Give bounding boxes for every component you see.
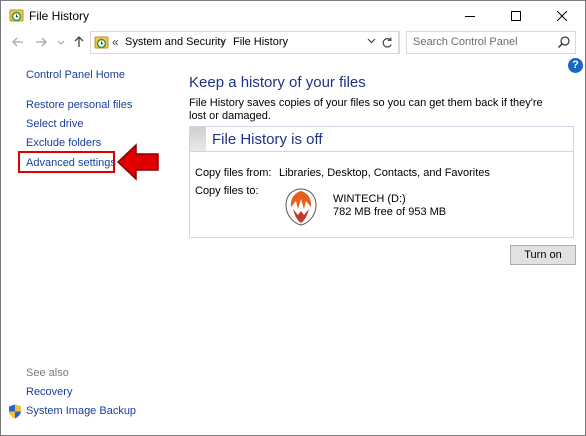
red-pointer-arrow-icon — [116, 143, 159, 181]
page-title: Keep a history of your files — [189, 74, 366, 91]
sidebar-item-exclude-folders[interactable]: Exclude folders — [26, 137, 101, 149]
sidebar-control-panel-home[interactable]: Control Panel Home — [26, 69, 125, 81]
search-placeholder: Search Control Panel — [413, 36, 518, 48]
file-history-app-icon — [9, 9, 24, 22]
search-input[interactable]: Search Control Panel — [406, 31, 576, 54]
up-arrow-icon[interactable] — [72, 35, 86, 49]
status-header: File History is off — [190, 127, 573, 152]
navigation-bar: « System and Security › File History Sea… — [1, 30, 585, 56]
minimize-button[interactable] — [447, 1, 493, 30]
address-bar[interactable]: « System and Security › File History — [90, 31, 400, 54]
address-overflow-separator[interactable]: « — [112, 35, 119, 49]
title-bar: File History — [1, 1, 585, 30]
close-button[interactable] — [539, 1, 585, 30]
close-icon — [557, 10, 567, 21]
sidebar-see-also-system-image-backup[interactable]: System Image Backup — [26, 405, 136, 417]
breadcrumb-file-history[interactable]: File History — [233, 36, 288, 48]
help-icon[interactable]: ? — [568, 58, 583, 73]
minimize-icon — [465, 15, 475, 17]
copy-to-label: Copy files to: — [195, 185, 259, 197]
advanced-settings-highlight-box — [18, 151, 115, 173]
file-history-window: File History « System and Security › Fil… — [0, 0, 586, 436]
sidebar-item-restore-personal-files[interactable]: Restore personal files — [26, 99, 132, 111]
maximize-icon — [511, 10, 521, 21]
drive-name: WINTECH (D:) — [333, 193, 406, 205]
see-also-heading: See also — [26, 367, 69, 379]
refresh-button[interactable] — [376, 31, 399, 54]
uac-shield-icon — [9, 404, 21, 419]
maximize-button[interactable] — [493, 1, 539, 30]
copy-from-value: Libraries, Desktop, Contacts, and Favori… — [279, 167, 490, 179]
back-arrow-icon[interactable] — [11, 35, 25, 49]
refresh-icon — [382, 37, 392, 48]
status-indicator-bar — [190, 127, 206, 151]
copy-from-label: Copy files from: — [195, 167, 272, 179]
page-description: File History saves copies of your files … — [189, 97, 543, 122]
sidebar-item-select-drive[interactable]: Select drive — [26, 118, 83, 130]
recent-locations-chevron-icon[interactable] — [57, 35, 65, 49]
drive-free-space: 782 MB free of 953 MB — [333, 206, 447, 218]
file-history-status-panel: File History is off Copy files from: Lib… — [189, 126, 574, 238]
forward-arrow-icon[interactable] — [34, 35, 48, 49]
sidebar-see-also-recovery[interactable]: Recovery — [26, 386, 72, 398]
breadcrumb-separator[interactable]: › — [221, 35, 225, 49]
turn-on-button[interactable]: Turn on — [510, 245, 576, 265]
address-dropdown-chevron-icon[interactable] — [367, 38, 376, 44]
drive-icon — [285, 188, 317, 226]
status-title: File History is off — [212, 131, 323, 148]
file-history-location-icon — [94, 36, 109, 49]
window-title: File History — [29, 9, 90, 23]
breadcrumb-system-and-security[interactable]: System and Security — [125, 36, 226, 48]
search-icon[interactable] — [557, 35, 571, 49]
